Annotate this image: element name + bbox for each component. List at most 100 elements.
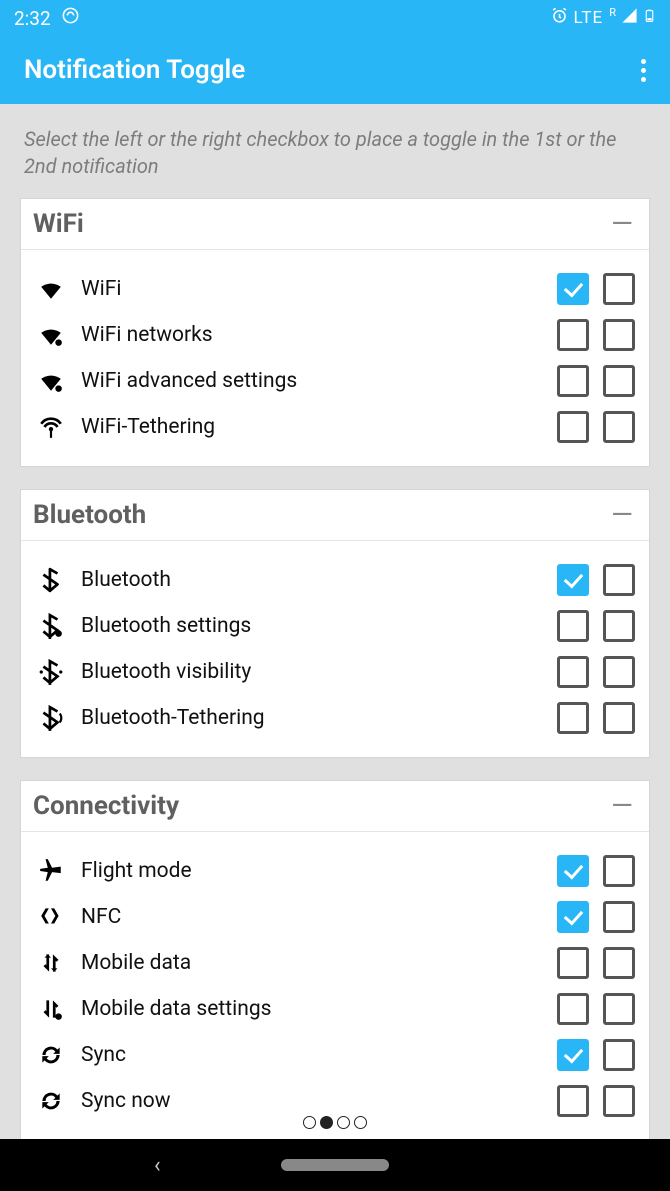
checkbox-notification-2[interactable] [603,1085,635,1117]
checkbox-notification-2[interactable] [603,365,635,397]
checkbox-notification-1[interactable] [557,656,589,688]
section-title: WiFi [33,209,84,239]
checkbox-notification-2[interactable] [603,993,635,1025]
nfc-icon [35,904,67,930]
toggle-row: WiFi advanced settings [21,358,649,404]
checkbox-notification-1[interactable] [557,855,589,887]
toggle-row: NFC [21,894,649,940]
app-status-icon [61,6,80,30]
wifi-gear-icon [35,368,67,394]
toggle-row: WiFi [21,266,649,312]
wifi-icon [35,276,67,302]
alarm-icon [550,6,569,30]
content-scroll[interactable]: Select the left or the right checkbox to… [0,104,670,1191]
collapse-icon[interactable]: — [611,210,633,238]
checkbox-notification-1[interactable] [557,901,589,933]
sync-icon [35,1042,67,1068]
toggle-label: WiFi advanced settings [81,369,557,393]
wifi-gear-icon [35,322,67,348]
toggle-label: Mobile data settings [81,997,557,1021]
checkbox-notification-2[interactable] [603,273,635,305]
plane-icon [35,858,67,884]
collapse-icon[interactable]: — [611,501,633,529]
bt-icon [35,567,67,593]
checkbox-notification-1[interactable] [557,319,589,351]
data-icon [35,950,67,976]
toggle-row: Bluetooth [21,557,649,603]
checkbox-notification-1[interactable] [557,610,589,642]
wifi-tether-icon [35,414,67,440]
toggle-label: Bluetooth-Tethering [81,706,557,730]
sync-icon [35,1088,67,1114]
toggle-label: WiFi networks [81,323,557,347]
network-roam: R [609,6,616,19]
section-card: WiFi — WiFi WiFi networks WiFi advanced sett… [20,198,650,467]
toggle-label: Mobile data [81,951,557,975]
network-lte: LTE [574,8,604,28]
checkbox-notification-2[interactable] [603,947,635,979]
hint-text: Select the left or the right checkbox to… [20,104,650,198]
section-card: Bluetooth — Bluetooth Bluetooth settings Blu… [20,489,650,758]
section-header[interactable]: Bluetooth — [21,490,649,541]
checkbox-notification-1[interactable] [557,273,589,305]
page-dot [337,1116,350,1129]
status-time: 2:32 [14,7,51,30]
checkbox-notification-1[interactable] [557,1039,589,1071]
checkbox-notification-1[interactable] [557,1085,589,1117]
bt-vis-icon [35,659,67,685]
toggle-row: WiFi networks [21,312,649,358]
section-header[interactable]: Connectivity — [21,781,649,832]
checkbox-notification-1[interactable] [557,947,589,979]
toggle-row: Mobile data [21,940,649,986]
section-title: Connectivity [33,791,179,821]
toggle-row: Bluetooth-Tethering [21,695,649,741]
checkbox-notification-2[interactable] [603,319,635,351]
checkbox-notification-1[interactable] [557,411,589,443]
section-title: Bluetooth [33,500,146,530]
overflow-menu-button[interactable] [641,59,646,82]
section-card: Connectivity — Flight mode NFC Mobile data Mo… [20,780,650,1141]
page-dot [303,1116,316,1129]
back-button[interactable]: ‹ [154,1153,161,1178]
toggle-label: Bluetooth visibility [81,660,557,684]
toggle-label: Sync [81,1043,557,1067]
checkbox-notification-2[interactable] [603,855,635,887]
checkbox-notification-2[interactable] [603,656,635,688]
checkbox-notification-1[interactable] [557,365,589,397]
checkbox-notification-2[interactable] [603,564,635,596]
toggle-label: Sync now [81,1089,557,1113]
checkbox-notification-1[interactable] [557,702,589,734]
pager-indicator [0,1116,670,1129]
checkbox-notification-1[interactable] [557,993,589,1025]
toggle-row: Bluetooth settings [21,603,649,649]
data-gear-icon [35,996,67,1022]
checkbox-notification-2[interactable] [603,1039,635,1071]
toggle-row: WiFi-Tethering [21,404,649,450]
system-nav-bar: ‹ [0,1139,670,1191]
toggle-label: Bluetooth settings [81,614,557,638]
checkbox-notification-2[interactable] [603,411,635,443]
home-pill[interactable] [281,1159,389,1171]
checkbox-notification-2[interactable] [603,702,635,734]
checkbox-notification-2[interactable] [603,901,635,933]
toggle-label: Bluetooth [81,568,557,592]
checkbox-notification-2[interactable] [603,610,635,642]
toggle-row: Bluetooth visibility [21,649,649,695]
toggle-label: Flight mode [81,859,557,883]
signal-icon [621,7,638,29]
battery-icon [643,6,656,31]
app-bar: Notification Toggle [0,36,670,104]
toggle-row: Mobile data settings [21,986,649,1032]
status-bar: 2:32 LTE R [0,0,670,36]
toggle-label: NFC [81,905,557,929]
toggle-label: WiFi [81,277,557,301]
bt-tether-icon [35,705,67,731]
toggle-row: Flight mode [21,848,649,894]
toggle-label: WiFi-Tethering [81,415,557,439]
page-dot-active [320,1116,333,1129]
app-title: Notification Toggle [24,55,245,85]
checkbox-notification-1[interactable] [557,564,589,596]
collapse-icon[interactable]: — [611,792,633,820]
bt-gear-icon [35,613,67,639]
section-header[interactable]: WiFi — [21,199,649,250]
